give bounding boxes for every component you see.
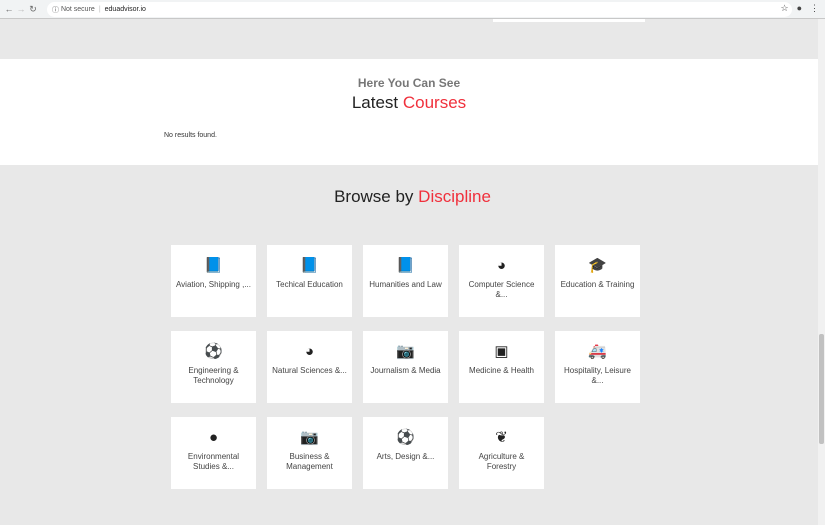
discipline-label: Aviation, Shipping ,... <box>175 280 251 289</box>
url-text[interactable]: eduadvisor.io <box>105 6 146 13</box>
latest-courses-section: Here You Can See Latest Courses No resul… <box>0 59 818 165</box>
discipline-label: Agriculture & Forestry <box>478 452 525 471</box>
discipline-card[interactable]: 📘 Aviation, Shipping ,... <box>171 245 256 317</box>
discipline-card[interactable]: 📘 Techical Education <box>267 245 352 317</box>
forward-icon[interactable]: → <box>15 4 27 14</box>
leaf-icon: ❦ <box>495 429 508 446</box>
discipline-label: Business & Management <box>286 452 333 471</box>
section-subtitle: Here You Can See <box>357 76 461 90</box>
address-bar[interactable]: ⓘ Not secure | eduadvisor.io <box>47 2 792 17</box>
discipline-card[interactable]: ⚽ Engineering & Technology <box>171 331 256 403</box>
discipline-card[interactable]: ⚽ Arts, Design &... <box>363 417 448 489</box>
back-icon[interactable]: ← <box>3 4 15 14</box>
discipline-card[interactable]: 📷 Business & Management <box>267 417 352 489</box>
section-title: Latest Courses <box>351 93 467 112</box>
profile-icon[interactable]: ● <box>797 3 802 14</box>
discipline-label: Engineering & Technology <box>188 366 239 385</box>
empty-message: No results found. <box>164 132 217 139</box>
discipline-card[interactable]: 📷 Journalism & Media <box>363 331 448 403</box>
archive-icon: ▣ <box>494 343 509 360</box>
discipline-card[interactable]: 📘 Humanities and Law <box>363 245 448 317</box>
discipline-label: Environmental Studies &... <box>187 452 240 471</box>
discipline-label: Techical Education <box>276 280 343 289</box>
scrollbar[interactable] <box>818 19 825 525</box>
browse-title: Browse by Discipline <box>334 187 491 206</box>
discipline-label: Computer Science &... <box>468 280 535 299</box>
reload-icon[interactable]: ↻ <box>27 4 39 15</box>
pie-chart-icon: ◕ <box>496 257 507 274</box>
graduation-cap-icon: 🎓 <box>588 257 607 274</box>
ambulance-icon: 🚑 <box>588 343 607 360</box>
discipline-card[interactable]: ▣ Medicine & Health <box>459 331 544 403</box>
discipline-label: Medicine & Health <box>469 366 534 375</box>
globe-icon: ● <box>208 429 219 446</box>
discipline-card[interactable]: 🎓 Education & Training <box>555 245 640 317</box>
discipline-label: Education & Training <box>560 280 635 289</box>
discipline-card[interactable]: ❦ Agriculture & Forestry <box>459 417 544 489</box>
discipline-card[interactable]: ◕ Computer Science &... <box>459 245 544 317</box>
discipline-label: Humanities and Law <box>369 280 442 289</box>
soccer-ball-icon: ⚽ <box>204 343 223 360</box>
browser-toolbar: ← → ↻ ⓘ Not secure | eduadvisor.io ☆ ● ⋮ <box>0 0 825 19</box>
menu-icon[interactable]: ⋮ <box>810 3 819 14</box>
info-icon[interactable]: ⓘ <box>52 5 59 15</box>
camera-icon: 📷 <box>396 343 415 360</box>
pie-chart-icon: ◕ <box>304 343 315 360</box>
soccer-ball-icon: ⚽ <box>396 429 415 446</box>
discipline-label: Arts, Design &... <box>376 452 435 461</box>
discipline-card[interactable]: ◕ Natural Sciences &... <box>267 331 352 403</box>
book-icon: 📘 <box>300 257 319 274</box>
security-label: Not secure <box>60 6 95 13</box>
discipline-label: Journalism & Media <box>370 366 441 375</box>
discipline-label: Natural Sciences &... <box>272 366 347 375</box>
book-icon: 📘 <box>204 257 223 274</box>
scrollbar-thumb[interactable] <box>819 334 824 444</box>
discipline-card[interactable]: ● Environmental Studies &... <box>171 417 256 489</box>
discipline-label: Hospitality, Leisure &... <box>564 366 631 385</box>
discipline-card[interactable]: 🚑 Hospitality, Leisure &... <box>555 331 640 403</box>
dropdown-edge <box>493 19 645 22</box>
star-icon[interactable]: ☆ <box>780 3 788 14</box>
camera-icon: 📷 <box>300 429 319 446</box>
book-icon: 📘 <box>396 257 415 274</box>
